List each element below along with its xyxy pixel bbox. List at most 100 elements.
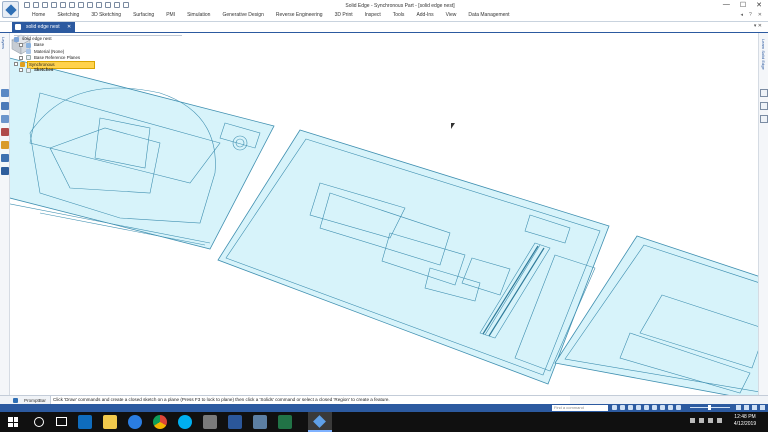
- prompt-bar-label: PromptBar: [24, 398, 46, 403]
- tab-3d-print[interactable]: 3D Print: [329, 11, 359, 21]
- ribbon-tabs: Home Sketching 3D Sketching Surfacing PM…: [26, 11, 516, 21]
- file-explorer-icon[interactable]: [103, 415, 117, 429]
- family-of-parts-icon[interactable]: [1, 128, 9, 136]
- pan-icon[interactable]: [752, 405, 757, 410]
- prompt-bar: PromptBar Click 'Draw' commands and crea…: [0, 395, 768, 405]
- zoom-slider[interactable]: [690, 405, 730, 410]
- status-icon-8[interactable]: [668, 405, 673, 410]
- feature-library-icon[interactable]: [1, 115, 9, 123]
- save-icon[interactable]: [33, 2, 39, 8]
- close-button[interactable]: ✕: [756, 1, 762, 9]
- minimize-button[interactable]: —: [723, 1, 730, 9]
- photos-icon[interactable]: [203, 415, 217, 429]
- solid-edge-window: Solid Edge - Synchronous Part - [solid e…: [0, 0, 768, 432]
- windows-start-icon[interactable]: [8, 417, 18, 427]
- key-icon[interactable]: [1, 141, 9, 149]
- undo-icon[interactable]: [42, 2, 48, 8]
- taskbar-apps: [78, 415, 292, 429]
- excel-icon[interactable]: [278, 415, 292, 429]
- status-icon-4[interactable]: [636, 405, 641, 410]
- tab-surfacing[interactable]: Surfacing: [127, 11, 160, 21]
- search-icon[interactable]: [34, 417, 44, 427]
- tab-sketching[interactable]: Sketching: [51, 11, 85, 21]
- status-icon-2[interactable]: [620, 405, 625, 410]
- task-view-icon[interactable]: [56, 417, 67, 426]
- select-icon[interactable]: [60, 2, 66, 8]
- redo-icon[interactable]: [51, 2, 57, 8]
- tab-reverse-engineering[interactable]: Reverse Engineering: [270, 11, 329, 21]
- zoom-area-icon[interactable]: [736, 405, 741, 410]
- tray-chevron-icon[interactable]: [690, 418, 695, 423]
- app-logo-icon[interactable]: [2, 1, 19, 18]
- settings-icon[interactable]: [123, 2, 129, 8]
- expand-icon[interactable]: [19, 55, 23, 60]
- quick-access-toolbar: [24, 2, 129, 8]
- word-icon[interactable]: [228, 415, 242, 429]
- close-tab-icon[interactable]: ✕: [67, 24, 71, 30]
- status-icon-6[interactable]: [652, 405, 657, 410]
- view-icon[interactable]: [105, 2, 111, 8]
- learn-solid-edge-tab[interactable]: Learn Solid Edge: [761, 39, 766, 70]
- fit-icon[interactable]: [744, 405, 749, 410]
- edge-icon[interactable]: [128, 415, 142, 429]
- tab-inspect[interactable]: Inspect: [359, 11, 387, 21]
- notepad-icon[interactable]: [253, 415, 267, 429]
- skype-icon[interactable]: [178, 415, 192, 429]
- status-end-icons: [736, 405, 765, 410]
- paint-icon[interactable]: [96, 2, 102, 8]
- new-icon[interactable]: [24, 2, 30, 8]
- expand-icon[interactable]: [19, 68, 23, 73]
- base-icon: [26, 42, 31, 48]
- help-icon[interactable]: ?: [749, 12, 752, 18]
- chrome-icon[interactable]: [153, 415, 167, 429]
- checkbox-icon[interactable]: [26, 67, 31, 73]
- layers-icon[interactable]: [1, 102, 9, 110]
- maximize-button[interactable]: ☐: [740, 1, 746, 9]
- zoom-icon[interactable]: [69, 2, 75, 8]
- status-icon-3[interactable]: [628, 405, 633, 410]
- tab-home[interactable]: Home: [26, 11, 51, 21]
- status-icon-9[interactable]: [676, 405, 681, 410]
- panel-icon-3[interactable]: [760, 115, 768, 123]
- tab-add-ins[interactable]: Add-Ins: [410, 11, 439, 21]
- measure-icon[interactable]: [114, 2, 120, 8]
- solid-edge-icon[interactable]: [308, 412, 332, 432]
- panel-icon-2[interactable]: [760, 102, 768, 110]
- status-icon-5[interactable]: [644, 405, 649, 410]
- panel-icon-1[interactable]: [760, 89, 768, 97]
- synchronous-icon: [20, 61, 25, 67]
- mouse-cursor-icon: [451, 123, 455, 129]
- tab-tools[interactable]: Tools: [387, 11, 411, 21]
- tab-simulation[interactable]: Simulation: [181, 11, 216, 21]
- outlook-icon[interactable]: [78, 415, 92, 429]
- pathfinder-icon[interactable]: [1, 89, 9, 97]
- expand-icon[interactable]: [14, 62, 18, 67]
- properties-icon[interactable]: [1, 167, 9, 175]
- document-tab[interactable]: solid edge nest ✕: [12, 22, 76, 32]
- tab-pmi[interactable]: PMI: [160, 11, 181, 21]
- graphics-viewport[interactable]: [10, 33, 758, 395]
- ribbon-close-icon[interactable]: ✕: [758, 12, 762, 18]
- fit-icon[interactable]: [78, 2, 84, 8]
- tab-data-management[interactable]: Data Management: [462, 11, 515, 21]
- tab-3d-sketching[interactable]: 3D Sketching: [85, 11, 127, 21]
- rotate-icon[interactable]: [760, 405, 765, 410]
- tree-item-sketches[interactable]: Sketches: [14, 67, 104, 73]
- prompt-bar-icon: [13, 398, 18, 403]
- checkbox-icon[interactable]: [26, 55, 31, 61]
- document-tab-controls[interactable]: ▾ ✕: [754, 23, 762, 29]
- status-icon-7[interactable]: [660, 405, 665, 410]
- collapse-ribbon-icon[interactable]: ◂: [741, 12, 744, 18]
- command-finder-input[interactable]: Find a command: [552, 405, 608, 411]
- expand-icon[interactable]: [19, 43, 23, 48]
- rotate-icon[interactable]: [87, 2, 93, 8]
- taskbar-clock[interactable]: 12:48 PM 4/12/2019: [728, 414, 762, 428]
- sensors-icon[interactable]: [1, 154, 9, 162]
- network-icon[interactable]: [699, 418, 704, 423]
- layers-panel-tab[interactable]: Layers: [1, 37, 6, 49]
- volume-icon[interactable]: [708, 418, 713, 423]
- battery-icon[interactable]: [717, 418, 722, 423]
- tab-view[interactable]: View: [440, 11, 463, 21]
- tab-generative-design[interactable]: Generative Design: [216, 11, 269, 21]
- status-icon-1[interactable]: [612, 405, 617, 410]
